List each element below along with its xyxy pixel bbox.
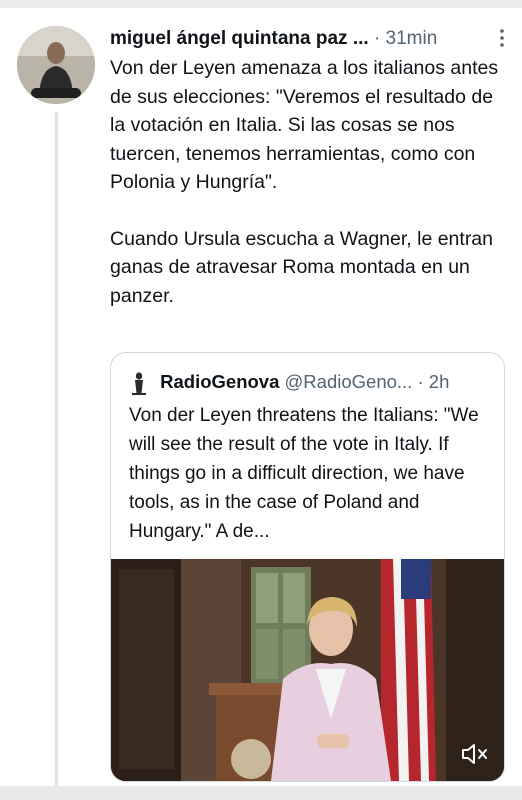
author-name[interactable]: miguel ángel quintana paz	[110, 28, 348, 49]
thread-line	[55, 112, 58, 792]
tweet-timestamp[interactable]: 31min	[386, 28, 438, 49]
top-edge	[0, 0, 522, 8]
quoted-tweet-text: Von der Leyen threatens the Italians: "W…	[129, 405, 479, 542]
tweet-text: Von der Leyen amenaza a los italianos an…	[110, 54, 505, 310]
bottom-edge	[0, 786, 522, 800]
tweet-paragraph-2: Cuando Ursula escucha a Wagner, le entra…	[110, 227, 494, 307]
author-name-ellipsis: ...	[352, 28, 369, 49]
quoted-header-separator: ·	[417, 371, 424, 392]
header-separator: ·	[373, 28, 381, 49]
quoted-author-handle[interactable]: @RadioGeno...	[285, 371, 413, 392]
author-avatar[interactable]	[17, 26, 95, 104]
quoted-author-name[interactable]: RadioGenova	[160, 371, 279, 392]
quoted-tweet-timestamp[interactable]: 2h	[429, 371, 450, 392]
quoted-author-avatar[interactable]	[129, 371, 149, 396]
quoted-video[interactable]	[111, 559, 504, 781]
quoted-tweet-card[interactable]: RadioGenova @RadioGeno... · 2h Von der L…	[110, 352, 505, 782]
tweet-header: miguel ángel quintana paz ... · 31min	[110, 26, 512, 52]
tweet-paragraph-1: Von der Leyen amenaza a los italianos an…	[110, 57, 499, 193]
mute-icon[interactable]	[460, 741, 490, 767]
quoted-tweet-header: RadioGenova @RadioGeno... · 2h	[129, 369, 494, 396]
more-vertical-icon[interactable]	[496, 28, 508, 50]
